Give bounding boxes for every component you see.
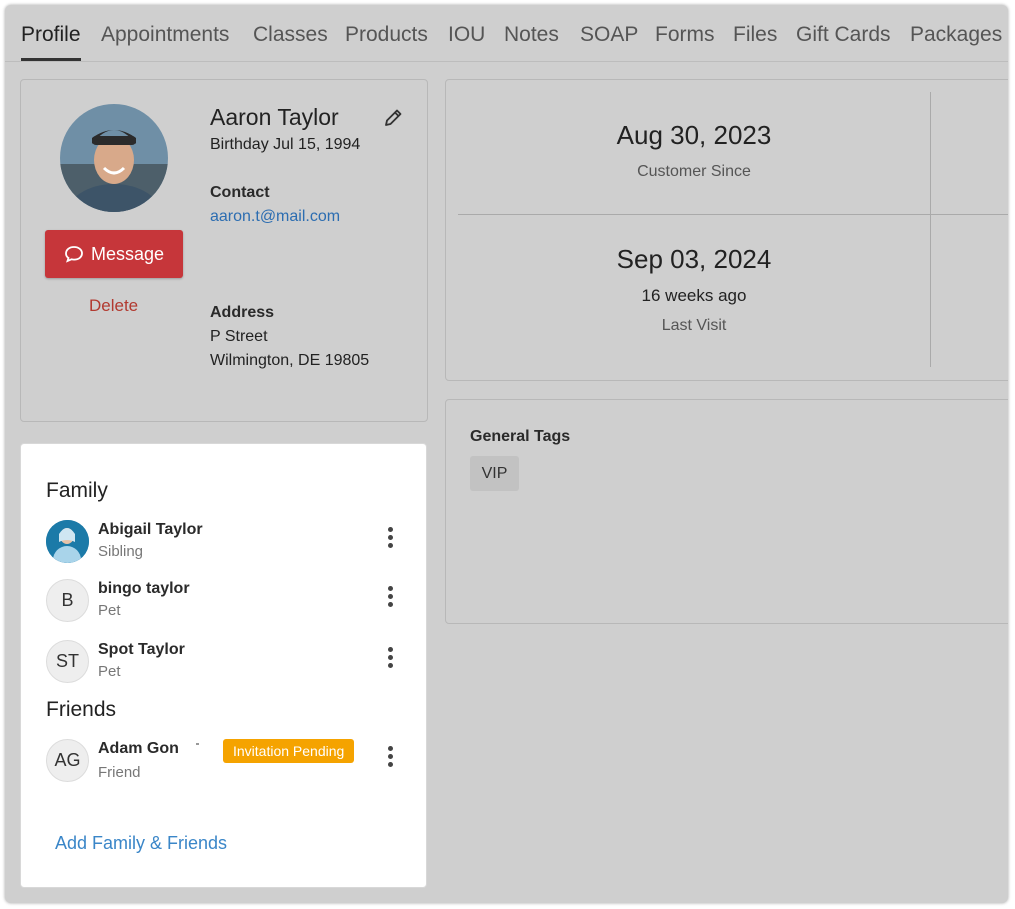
stray-mark <box>196 743 199 745</box>
customer-since-label: Customer Since <box>637 163 751 180</box>
member-more-options-icon[interactable] <box>382 647 398 671</box>
last-visit-date: Sep 03, 2024 <box>616 244 772 274</box>
app-frame: Profile Appointments Classes Products IO… <box>5 5 1008 903</box>
stats-card: Aug 30, 2023 Customer Since Sep 03, 2024… <box>445 79 1008 381</box>
message-button[interactable]: Message <box>45 230 183 278</box>
tab-gift-cards[interactable]: Gift Cards <box>796 23 891 47</box>
profile-avatar <box>60 104 168 212</box>
add-family-friends-link[interactable]: Add Family & Friends <box>55 833 227 854</box>
family-section-title: Family <box>46 479 108 502</box>
friend-avatar: AG <box>46 739 89 782</box>
tab-notes[interactable]: Notes <box>504 23 559 47</box>
stats-divider-horizontal <box>458 214 1008 215</box>
last-visit-label: Last Visit <box>661 317 727 334</box>
stats-divider-vertical <box>930 92 931 367</box>
tab-packages[interactable]: Packages <box>910 23 1002 47</box>
tab-appointments[interactable]: Appointments <box>101 23 229 47</box>
tab-classes[interactable]: Classes <box>253 23 328 47</box>
address-line-1: P Street <box>210 328 268 345</box>
delete-link[interactable]: Delete <box>89 296 138 316</box>
member-avatar-photo <box>46 520 89 563</box>
address-line-2: Wilmington, DE 19805 <box>210 352 370 369</box>
message-button-label: Message <box>90 243 165 264</box>
friends-section-title: Friends <box>46 698 117 721</box>
contact-label: Contact <box>210 184 270 201</box>
member-relation: Sibling <box>98 543 144 560</box>
member-more-options-icon[interactable] <box>382 586 398 610</box>
email-link[interactable]: aaron.t@mail.com <box>210 208 340 226</box>
tab-iou[interactable]: IOU <box>448 23 485 47</box>
tab-profile[interactable]: Profile <box>21 23 81 47</box>
customer-name: Aaron Taylor <box>210 104 339 130</box>
family-friends-card: Family Abigail Taylor Sibling B bingo ta… <box>20 443 427 888</box>
customer-since-date: Aug 30, 2023 <box>616 120 772 150</box>
friend-relation: Friend <box>98 764 141 781</box>
tab-products[interactable]: Products <box>345 23 428 47</box>
friend-name[interactable]: Adam Gon <box>98 740 179 758</box>
tab-soap[interactable]: SOAP <box>580 23 638 47</box>
member-more-options-icon[interactable] <box>382 527 398 551</box>
profile-card: Message Delete Aaron Taylor Birthday Jul… <box>20 79 428 422</box>
address-label: Address <box>210 304 275 321</box>
member-name[interactable]: bingo taylor <box>98 580 190 598</box>
member-avatar: B <box>46 579 89 622</box>
active-tab-indicator <box>21 58 81 61</box>
member-avatar: ST <box>46 640 89 683</box>
invitation-pending-badge: Invitation Pending <box>223 739 355 763</box>
tab-bar: Profile Appointments Classes Products IO… <box>5 5 1008 62</box>
tag-chip[interactable]: VIP <box>470 456 519 491</box>
tags-card: General Tags VIP <box>445 399 1008 624</box>
member-name[interactable]: Abigail Taylor <box>98 521 203 539</box>
member-relation: Pet <box>98 663 121 680</box>
last-visit-relative: 16 weeks ago <box>641 286 747 305</box>
member-relation: Pet <box>98 602 121 619</box>
chat-bubble-icon <box>65 246 83 263</box>
friend-more-options-icon[interactable] <box>382 746 398 770</box>
member-name[interactable]: Spot Taylor <box>98 641 185 659</box>
tab-forms[interactable]: Forms <box>655 23 715 47</box>
pencil-icon[interactable] <box>382 107 404 129</box>
tab-files[interactable]: Files <box>733 23 777 47</box>
general-tags-title: General Tags <box>470 428 571 445</box>
birthday-text: Birthday Jul 15, 1994 <box>210 136 361 153</box>
